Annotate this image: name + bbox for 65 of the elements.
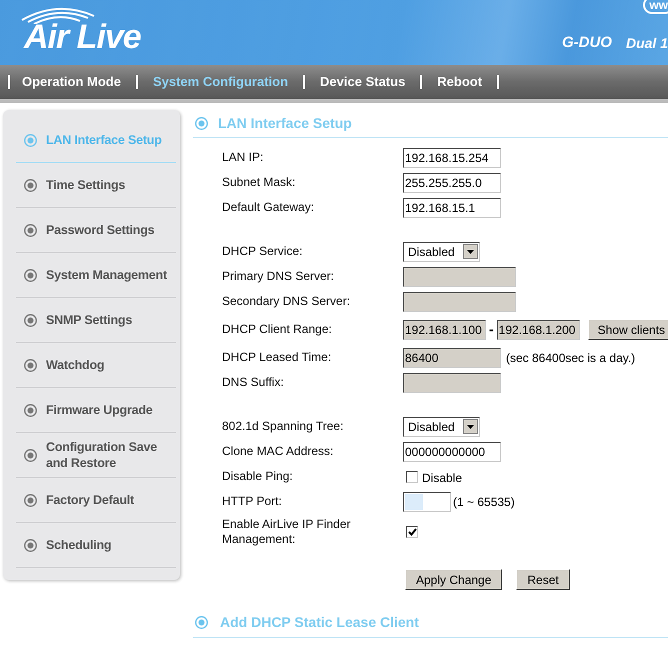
sidebar-item[interactable]: Time Settings <box>16 163 176 208</box>
checkbox[interactable] <box>406 526 418 538</box>
sidebar-item[interactable]: Firmware Upgrade <box>16 388 176 433</box>
input-field[interactable]: 000000000000 <box>403 442 501 462</box>
section-heading: LAN Interface Setup <box>193 113 668 138</box>
hint-text: (sec 86400sec is a day.) <box>506 350 636 366</box>
sidebar-item[interactable]: Password Settings <box>16 208 176 253</box>
caret-icon <box>463 244 478 259</box>
field-label: LAN IP: <box>222 150 264 165</box>
radio-bullet-icon <box>24 314 37 326</box>
radio-bullet-icon <box>24 448 37 462</box>
input-field[interactable]: 192.168.1.200 <box>496 320 580 340</box>
nav-tab[interactable]: Reboot <box>437 72 482 92</box>
caret-icon <box>463 419 478 434</box>
nav-tab[interactable]: Operation Mode <box>22 72 121 92</box>
radio-bullet-icon <box>24 404 37 416</box>
model-tagline: Dual 1 <box>626 34 668 53</box>
radio-bullet-icon <box>24 134 37 146</box>
model-name: G-DUO <box>562 33 612 53</box>
field-label: Secondary DNS Server: <box>222 294 352 309</box>
field-label: Clone MAC Address: <box>222 444 334 459</box>
field-label: Default Gateway: <box>222 200 316 215</box>
checkbox-label: Disable <box>422 470 462 487</box>
checkbox[interactable] <box>406 470 418 482</box>
dropdown[interactable]: Disabled <box>403 416 480 436</box>
dropdown[interactable]: Disabled <box>403 242 480 262</box>
field-label: Primary DNS Server: <box>222 269 336 284</box>
radio-bullet-icon <box>24 268 37 282</box>
field-label: 802.1d Spanning Tree: <box>222 419 344 434</box>
hint-text: (1 ~ 65535) <box>453 494 515 510</box>
input-field[interactable]: 192.168.1.100 <box>403 320 486 340</box>
input-field[interactable] <box>403 492 451 512</box>
radio-bullet-icon <box>24 178 37 192</box>
sidebar-item[interactable]: SNMP Settings <box>16 298 176 343</box>
field-label: DHCP Client Range: <box>222 322 333 337</box>
input-field[interactable]: 255.255.255.0 <box>403 172 501 192</box>
web-badge: ww <box>643 0 668 14</box>
field-label: Subnet Mask: <box>222 175 296 190</box>
form-button[interactable]: Reset <box>516 569 570 590</box>
field-label: DHCP Leased Time: <box>222 350 332 365</box>
input-field[interactable]: 192.168.15.254 <box>403 148 501 168</box>
radio-bullet-icon <box>24 494 37 506</box>
field-label: DNS Suffix: <box>222 375 285 390</box>
sidebar-item[interactable]: Scheduling <box>16 523 176 568</box>
nav-tab[interactable]: Device Status <box>320 72 406 92</box>
input-field[interactable]: 192.168.15.1 <box>403 198 501 218</box>
field-label: HTTP Port: <box>222 494 283 509</box>
radio-bullet-icon <box>195 117 208 130</box>
show-clients-button[interactable]: Show clients <box>588 319 668 340</box>
sidebar-item[interactable]: Factory Default <box>16 478 176 523</box>
logo: Air Live <box>14 4 194 60</box>
radio-bullet-icon <box>24 358 37 372</box>
range-dash: - <box>489 320 494 339</box>
radio-bullet-icon <box>24 538 37 552</box>
nav-tab[interactable]: System Configuration <box>152 72 288 92</box>
radio-bullet-icon <box>195 616 208 629</box>
field-label: DHCP Service: <box>222 244 304 259</box>
section-heading: Add DHCP Static Lease Client <box>193 612 668 638</box>
sidebar-item[interactable]: Watchdog <box>16 343 176 388</box>
sidebar-item[interactable]: System Management <box>16 253 176 298</box>
sidebar-item[interactable]: Configuration Save and Restore <box>16 433 176 478</box>
radio-bullet-icon <box>24 224 37 236</box>
field-label: Disable Ping: <box>222 469 294 484</box>
form-button[interactable]: Apply Change <box>405 569 502 590</box>
field-label: Enable AirLive IP Finder Management: <box>222 517 352 547</box>
